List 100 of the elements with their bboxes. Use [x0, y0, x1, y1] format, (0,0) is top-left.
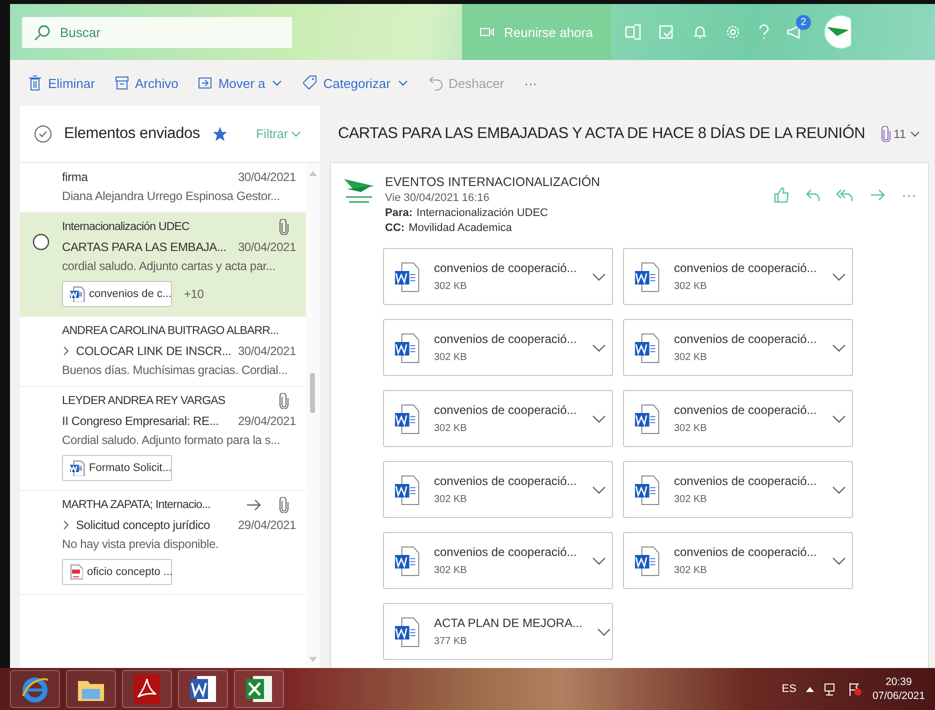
- word-document-icon: [394, 404, 420, 434]
- message-item[interactable]: Internacionalización UDEC CARTAS PARA LAS EMBAJA... 30/04/2021 cordial saludo. Adjunto cartas y acta par... convenios de c... +10: [20, 213, 306, 317]
- message-subject: COLOCAR LINK DE INSCR...: [76, 343, 232, 359]
- attachment-card[interactable]: convenios de cooperació... 302 KB: [623, 319, 853, 376]
- message-item[interactable]: MARTHA ZAPATA; Internacio... Solicitud concepto jurídico 29/04/2021 No hay vista previa disponible. oficio concepto ...: [20, 491, 306, 595]
- file-name: convenios de cooperació...: [434, 545, 577, 559]
- check-circle-icon[interactable]: [34, 125, 52, 143]
- language-indicator[interactable]: ES: [782, 683, 796, 695]
- message-subject: firma: [62, 169, 89, 185]
- word-document-icon: [394, 546, 420, 576]
- scrollbar[interactable]: [306, 163, 320, 668]
- file-size: 302 KB: [674, 565, 708, 576]
- attachment-chip[interactable]: oficio concepto ...: [62, 559, 172, 585]
- sender-name: LEYDER ANDREA REY VARGAS: [62, 394, 226, 409]
- file-name: convenios de cooperació...: [674, 403, 817, 417]
- spreadsheet-icon[interactable]: [245, 674, 273, 704]
- acrobat-icon[interactable]: [134, 674, 160, 704]
- word-document-icon: [69, 460, 85, 476]
- file-size: 377 KB: [434, 636, 468, 647]
- word-document-icon: [634, 474, 660, 504]
- file-size: 302 KB: [434, 352, 468, 363]
- message-preview: cordial saludo. Adjunto cartas y acta par...: [62, 259, 276, 273]
- folder-move-icon: [198, 75, 212, 91]
- file-name: convenios de cooperació...: [674, 474, 817, 488]
- to-recipient: Internacionalización UDEC: [416, 207, 548, 219]
- attachment-card[interactable]: convenios de cooperació... 302 KB: [623, 248, 853, 305]
- message-date: 30/04/2021: [238, 169, 296, 185]
- toolbar-button[interactable]: Archivo: [112, 71, 180, 95]
- file-name: convenios de cooperació...: [674, 545, 817, 559]
- toolbar-button[interactable]: Mover a: [196, 71, 286, 95]
- file-name: convenios de cooperació...: [434, 403, 577, 417]
- message-preview: No hay vista previa disponible.: [62, 537, 220, 551]
- file-name: convenios de cooperació...: [434, 332, 577, 346]
- file-name: convenios de cooperació...: [434, 474, 577, 488]
- file-name: convenios de cooperació...: [674, 261, 817, 275]
- cc-recipient: Movilidad Academica: [408, 222, 512, 234]
- pdf-document-icon: [69, 564, 83, 580]
- file-size: 302 KB: [434, 281, 468, 292]
- attachment-card[interactable]: ACTA PLAN DE MEJORA... 377 KB: [383, 603, 613, 660]
- message-subject: II Congreso Empresarial: RE...: [62, 413, 220, 429]
- message-subject: Solicitud concepto jurídico: [76, 517, 212, 533]
- more-button[interactable]: ···: [522, 72, 540, 94]
- clock[interactable]: 20:39 07/06/2021: [872, 676, 925, 702]
- file-size: 302 KB: [434, 423, 468, 434]
- file-size: 302 KB: [674, 352, 708, 363]
- word-document-icon: [394, 332, 420, 362]
- paperclip-icon: [880, 126, 891, 142]
- word-document-icon: [394, 616, 420, 646]
- file-name: convenios de cooperació...: [674, 332, 817, 346]
- word-document-icon: [394, 262, 420, 292]
- word-document-icon: [634, 404, 660, 434]
- thumbs-up-icon[interactable]: [774, 187, 790, 203]
- attachment-card[interactable]: convenios de cooperació... 302 KB: [623, 532, 853, 589]
- more-attachments-count: +10: [184, 286, 204, 302]
- attachment-chip[interactable]: convenios de c...: [62, 281, 172, 307]
- archive-box-icon: [114, 75, 129, 91]
- file-size: 302 KB: [434, 494, 468, 505]
- word-document-icon: [634, 546, 660, 576]
- word-document-icon: [634, 262, 660, 292]
- message-date: 29/04/2021: [238, 517, 296, 533]
- sender-name: EVENTOS INTERNACIONALIZACIÓN: [385, 175, 602, 189]
- search-field[interactable]: Buscar: [22, 16, 292, 48]
- search-icon: [34, 24, 50, 40]
- sent-date: Vie 30/04/2021 16:16: [385, 192, 490, 204]
- email-subject: CARTAS PARA LAS EMBAJADAS Y ACTA DE HACE 8 DÍAS DE LA REUNIÓN: [338, 125, 866, 143]
- radio-circle-icon[interactable]: [32, 233, 50, 251]
- chevron-right-icon[interactable]: [62, 345, 70, 357]
- caret-up-icon[interactable]: [806, 686, 814, 692]
- message-item[interactable]: LEYDER ANDREA REY VARGAS II Congreso Empresarial: RE... 29/04/2021 Cordial saludo. Adjunto formato para la s... Formato Solicit...: [20, 387, 306, 491]
- file-size: 302 KB: [674, 281, 708, 292]
- attachment-card[interactable]: convenios de cooperació... 302 KB: [623, 461, 853, 518]
- word-document-icon: [394, 474, 420, 504]
- flag-error-icon[interactable]: [848, 682, 862, 696]
- message-preview: Buenos días. Muchísimas gracias. Cordial...: [62, 363, 288, 377]
- calendar-check-icon[interactable]: [658, 24, 675, 40]
- sender-name: ANDREA CAROLINA BUITRAGO ALBARR...: [62, 324, 280, 339]
- notification-badge: 2: [796, 15, 811, 30]
- toolbar-button[interactable]: Eliminar: [26, 71, 97, 95]
- tag-icon: [303, 75, 318, 91]
- video-camera-icon: [480, 27, 494, 37]
- chevron-right-icon[interactable]: [62, 519, 70, 531]
- word-icon[interactable]: [189, 674, 217, 704]
- attachment-card[interactable]: convenios de cooperació... 302 KB: [623, 390, 853, 447]
- file-size: 302 KB: [434, 565, 468, 576]
- attachment-chip[interactable]: Formato Solicit...: [62, 455, 172, 481]
- word-document-icon: [634, 332, 660, 362]
- attachment-card[interactable]: convenios de cooperació... 302 KB: [383, 248, 613, 305]
- message-date: 29/04/2021: [238, 413, 296, 429]
- attachment-count-button[interactable]: 11: [874, 125, 929, 143]
- toolbar-button[interactable]: Categorizar: [301, 71, 410, 95]
- attachment-card[interactable]: convenios de cooperació... 302 KB: [383, 390, 613, 447]
- file-size: 302 KB: [674, 423, 708, 434]
- sender-name: MARTHA ZAPATA; Internacio...: [62, 498, 212, 513]
- sender-name: Internacionalización UDEC: [62, 220, 190, 235]
- attachment-card[interactable]: convenios de cooperació... 302 KB: [383, 319, 613, 376]
- attachment-card[interactable]: convenios de cooperació... 302 KB: [383, 461, 613, 518]
- trash-icon: [28, 75, 42, 91]
- message-date: 30/04/2021: [238, 343, 296, 359]
- message-subject: CARTAS PARA LAS EMBAJA...: [62, 239, 228, 255]
- attachment-card[interactable]: convenios de cooperació... 302 KB: [383, 532, 613, 589]
